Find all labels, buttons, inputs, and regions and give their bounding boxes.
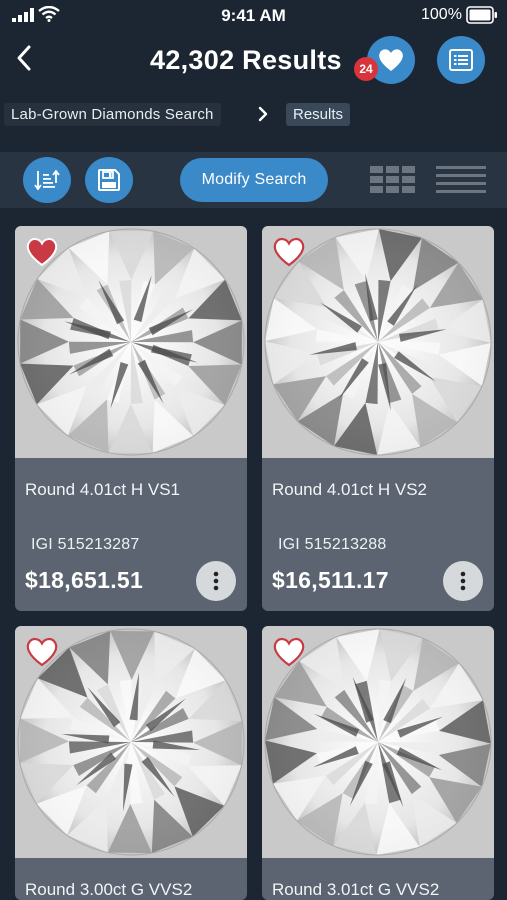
diamond-title: Round 4.01ct H VS2 xyxy=(272,480,427,499)
certificate-number: IGI 515213287 xyxy=(31,536,140,553)
battery-icon xyxy=(466,6,497,24)
list-icon xyxy=(449,49,473,71)
header: 42,302 Results 24 xyxy=(0,30,507,96)
breadcrumb-search[interactable]: Lab-Grown Diamonds Search xyxy=(4,103,221,126)
more-options-button[interactable] xyxy=(196,561,236,601)
save-icon xyxy=(98,169,120,191)
more-options-button[interactable] xyxy=(443,561,483,601)
save-search-button[interactable] xyxy=(85,157,133,203)
sort-button[interactable] xyxy=(23,157,71,203)
status-bar: 9:41 AM 100% xyxy=(0,0,507,30)
more-vertical-icon xyxy=(460,571,466,591)
certificate-number: IGI 515213288 xyxy=(278,536,387,553)
breadcrumb: Lab-Grown Diamonds Search Results xyxy=(0,100,507,130)
list-view-button[interactable] xyxy=(436,164,486,196)
list-button[interactable] xyxy=(437,36,485,84)
lines-icon xyxy=(436,166,486,193)
grid-icon xyxy=(370,166,415,193)
chevron-right-icon xyxy=(258,106,268,122)
diamond-title: Round 4.01ct H VS1 xyxy=(25,480,180,499)
breadcrumb-results: Results xyxy=(286,103,351,126)
heart-icon[interactable] xyxy=(25,636,59,668)
sort-icon xyxy=(34,169,60,191)
diamond-card[interactable]: Round 3.00ct G VVS2 xyxy=(15,626,247,900)
diamond-price: $16,511.17 xyxy=(272,567,389,593)
grid-view-button[interactable] xyxy=(370,164,416,196)
toolbar: Modify Search xyxy=(0,152,507,208)
chevron-left-icon xyxy=(17,45,31,71)
heart-icon[interactable] xyxy=(272,636,306,668)
back-button[interactable] xyxy=(6,38,42,78)
diamond-card[interactable]: Round 3.01ct G VVS2 xyxy=(262,626,494,900)
heart-icon[interactable] xyxy=(25,236,59,268)
diamond-price: $18,651.51 xyxy=(25,567,144,593)
heart-icon[interactable] xyxy=(272,236,306,268)
battery-percent: 100% xyxy=(421,6,462,23)
heart-icon xyxy=(379,49,403,71)
page-title: 42,302 Results xyxy=(150,45,342,75)
diamond-title: Round 3.01ct G VVS2 xyxy=(272,880,440,899)
modify-search-button[interactable]: Modify Search xyxy=(180,158,328,202)
diamond-title: Round 3.00ct G VVS2 xyxy=(25,880,193,899)
favorites-count-badge: 24 xyxy=(354,57,378,81)
more-vertical-icon xyxy=(213,571,219,591)
diamond-card[interactable]: Round 4.01ct H VS1 IGI 515213287 $18,651… xyxy=(15,226,247,611)
diamond-card[interactable]: Round 4.01ct H VS2 IGI 515213288 $16,511… xyxy=(262,226,494,611)
